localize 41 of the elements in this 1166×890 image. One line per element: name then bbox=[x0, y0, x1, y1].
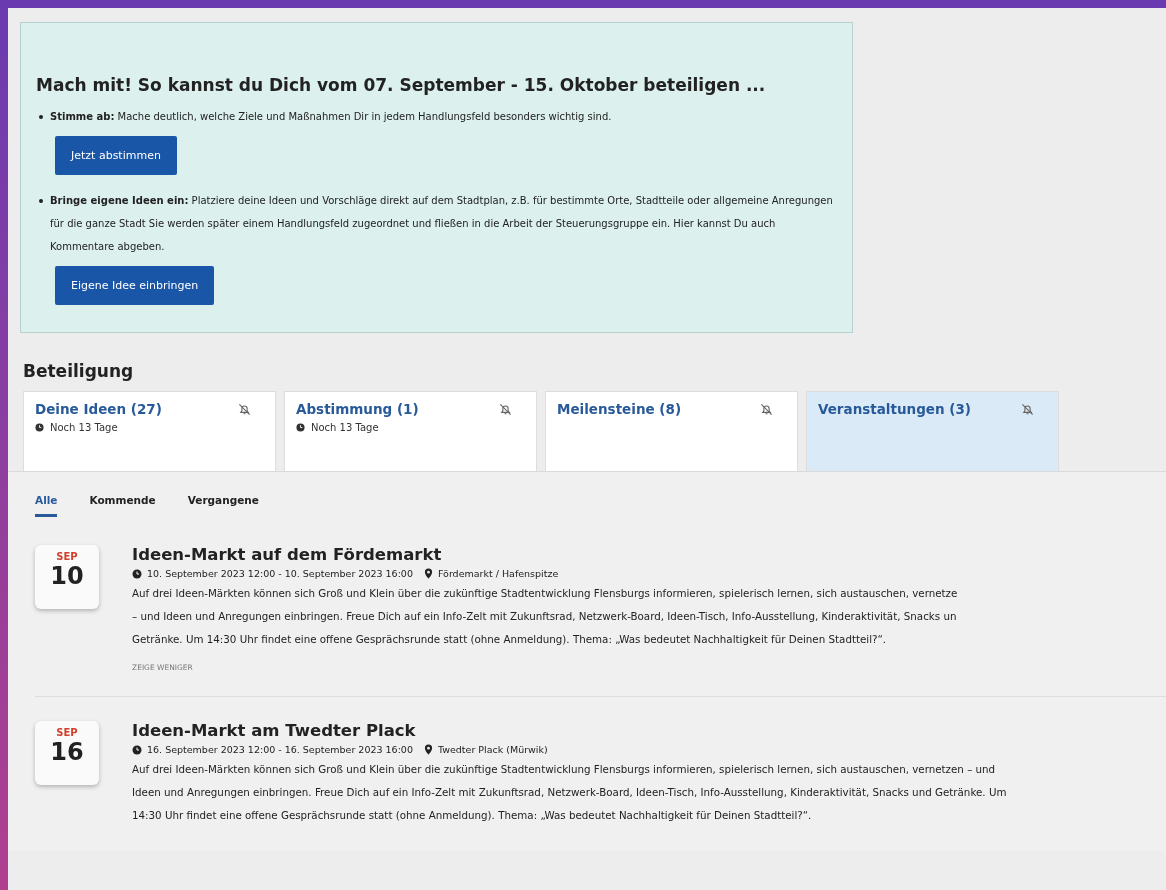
bell-off-icon[interactable] bbox=[1020, 401, 1035, 417]
deadline-text: Noch 13 Tage bbox=[50, 422, 118, 433]
clock-icon bbox=[132, 568, 142, 579]
bell-off-icon[interactable] bbox=[237, 401, 252, 417]
tab-label: Abstimmung (1) bbox=[296, 401, 419, 417]
event-title[interactable]: Ideen-Markt am Twedter Plack bbox=[132, 721, 1132, 740]
category-tab[interactable]: Veranstaltungen (3) bbox=[806, 391, 1059, 471]
event-location: Fördemarkt / Hafenspitze bbox=[437, 568, 559, 579]
event-description: Auf drei Ideen-Märkten können sich Groß und Klein über die zukünftige Stadtentwicklung Flensburgs informieren, spielerisch lernen, sich austauschen, vernetzen – und Ideen und Anregungen einbringen. Freue Dich auf ein Info-Zelt mit Zukunftsrad, Netzwerk-Board, Ideen-Tisch, Info-Ausstellung, Kinderaktivität, Snacks und Getränke. Um 14:30 Uhr findet eine offene Gesprächsrunde statt (ohne Anmeldung). Thema: „Was bedeutet Nachhaltigkeit für Deinen Stadtteil?“. bbox=[132, 762, 1008, 823]
date-day: 16 bbox=[50, 738, 84, 766]
date-month: SEP bbox=[56, 551, 78, 562]
event-time: 16. September 2023 12:00 - 16. September 2023 16:00 bbox=[147, 744, 413, 755]
action-button[interactable]: Jetzt abstimmen bbox=[55, 136, 177, 175]
bell-off-icon[interactable] bbox=[759, 401, 774, 417]
clock-icon bbox=[296, 423, 305, 432]
intro-heading: Mach mit! So kannst du Dich vom 07. September - 15. Oktober beteiligen ... bbox=[36, 75, 767, 95]
category-tab[interactable]: Abstimmung (1) Noch 13 Tage bbox=[284, 391, 537, 471]
filter-tab[interactable]: Kommende bbox=[89, 494, 156, 517]
category-tab[interactable]: Meilensteine (8) bbox=[545, 391, 798, 471]
filter-tab[interactable]: Vergangene bbox=[187, 494, 259, 517]
event-location: Twedter Plack (Mürwik) bbox=[437, 744, 548, 755]
tab-label: Meilensteine (8) bbox=[557, 401, 682, 417]
bullet-text: Stimme ab: Mache deutlich, welche Ziele und Maßnahmen Dir in jedem Handlungsfeld besonders wichtig sind. bbox=[36, 105, 840, 128]
event-title[interactable]: Ideen-Markt auf dem Fördemarkt bbox=[132, 545, 1132, 564]
date-day: 10 bbox=[50, 562, 84, 590]
tab-label: Veranstaltungen (3) bbox=[818, 401, 971, 417]
event-description: Auf drei Ideen-Märkten können sich Groß und Klein über die zukünftige Stadtentwicklung Flensburgs informieren, spielerisch lernen, sich austauschen, vernetze – und Ideen und Anregungen einbringen. Freue Dich auf ein Info-Zelt mit Zukunftsrad, Netzwerk-Board, Ideen-Tisch, Info-Ausstellung, Kinderaktivität, Snacks un Getränke. Um 14:30 Uhr findet eine offene Gesprächsrunde statt (ohne Anmeldung). Thema: „Was bedeutet Nachhaltigkeit für Deinen Stadtteil?“. bbox=[132, 586, 959, 647]
bullet-text: Bringe eigene Ideen ein: Platziere deine Ideen und Vorschläge direkt auf dem Stadtplan, z.B. für bestimmte Orte, Stadtteile oder allgemeine Anregungen für die ganze Stadt Sie werden später einem Handlungsfeld zugeordnet und fließen in die Arbeit der Steuerungsgruppe ein. Hier kannst Du auch Kommentare abgeben. bbox=[36, 189, 840, 258]
filter-tab[interactable]: Alle bbox=[35, 494, 58, 517]
deadline-text: Noch 13 Tage bbox=[311, 422, 379, 433]
clock-icon bbox=[35, 423, 44, 432]
clock-icon bbox=[132, 744, 142, 755]
bell-off-icon[interactable] bbox=[498, 401, 513, 417]
tab-label: Deine Ideen (27) bbox=[35, 401, 162, 417]
action-button[interactable]: Eigene Idee einbringen bbox=[55, 266, 215, 305]
location-pin-icon bbox=[423, 744, 433, 755]
date-month: SEP bbox=[56, 727, 78, 738]
event-time: 10. September 2023 12:00 - 10. September 2023 16:00 bbox=[147, 568, 413, 579]
section-heading: Beteiligung bbox=[23, 361, 135, 381]
location-pin-icon bbox=[423, 568, 433, 579]
category-tab[interactable]: Deine Ideen (27) Noch 13 Tage bbox=[23, 391, 276, 471]
